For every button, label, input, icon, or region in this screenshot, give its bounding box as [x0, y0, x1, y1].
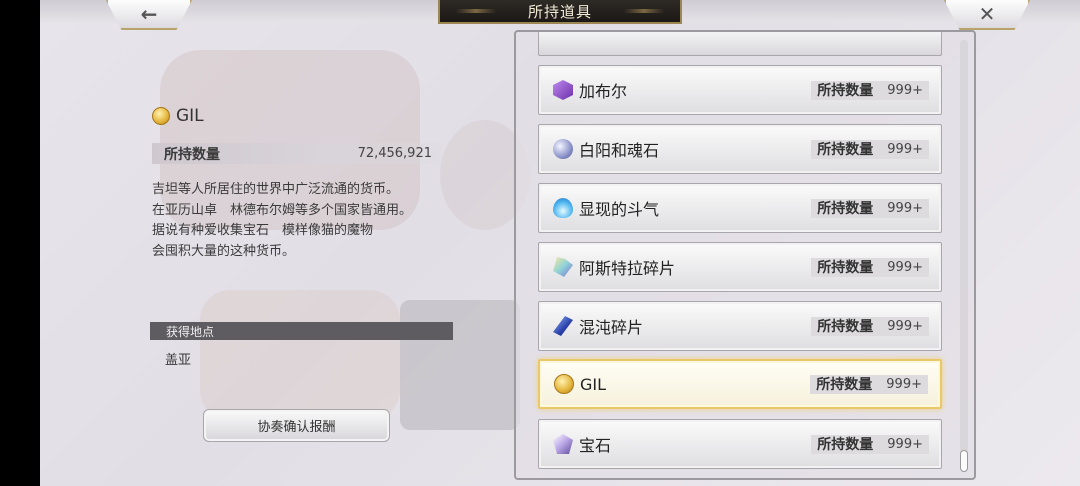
quantity-label: 所持数量 — [164, 146, 220, 163]
soul-stone-icon — [553, 139, 573, 159]
count-badge: 所持数量 999+ — [811, 198, 929, 218]
astra-shard-icon — [553, 257, 573, 277]
item-name: 加布尔 — [579, 82, 628, 101]
item-name: 阿斯特拉碎片 — [579, 259, 676, 278]
item-name: 宝石 — [579, 436, 612, 455]
count-value: 999+ — [886, 376, 922, 392]
close-button[interactable]: ✕ — [944, 0, 1030, 30]
list-item[interactable]: 宝石 所持数量 999+ — [538, 419, 942, 469]
count-label: 所持数量 — [816, 377, 873, 393]
item-list[interactable]: 加布尔 所持数量 999+ 白阳和魂石 所持数量 999+ 显现的斗气 所持数量… — [514, 30, 976, 480]
ornament — [456, 9, 496, 13]
count-value: 999+ — [887, 141, 923, 157]
source-header: 获得地点 — [150, 322, 453, 340]
list-item-partial[interactable] — [538, 32, 942, 56]
item-name: 显现的斗气 — [579, 200, 660, 219]
background-illustration — [200, 290, 400, 420]
page-title: 所持道具 — [527, 2, 592, 21]
item-name: 混沌碎片 — [579, 318, 644, 337]
count-label: 所持数量 — [817, 142, 874, 158]
quantity-value: 72,456,921 — [357, 146, 432, 161]
count-badge: 所持数量 999+ — [811, 434, 929, 454]
count-badge: 所持数量 999+ — [811, 139, 929, 159]
scrollbar-thumb[interactable] — [960, 450, 968, 472]
quantity-bar: 所持数量 72,456,921 — [152, 143, 442, 164]
count-label: 所持数量 — [817, 201, 874, 217]
chaos-shard-icon — [553, 316, 573, 336]
description-line: 吉坦等人所居住的世界中广泛流通的货币。 — [152, 182, 400, 197]
description-line: 在亚历山卓 林德布尔姆等多个国家皆通用。 — [152, 202, 413, 218]
source-value: 盖亚 — [165, 353, 192, 368]
count-value: 999+ — [887, 259, 923, 275]
back-button[interactable]: ← — [106, 0, 192, 30]
scrollbar[interactable] — [960, 40, 968, 472]
item-name: 白阳和魂石 — [579, 141, 660, 160]
gem-icon — [553, 434, 573, 454]
description-line: 会囤积大量的这种货币。 — [152, 243, 296, 259]
list-item[interactable]: 阿斯特拉碎片 所持数量 999+ — [538, 242, 942, 292]
blue-flame-icon — [553, 198, 573, 218]
list-item[interactable]: 加布尔 所持数量 999+ — [538, 65, 942, 115]
reward-button-label: 协奏确认报酬 — [257, 420, 336, 435]
count-badge: 所持数量 999+ — [811, 80, 929, 100]
item-name: GIL — [580, 374, 607, 394]
list-item[interactable]: 白阳和魂石 所持数量 999+ — [538, 124, 942, 174]
purple-cube-icon — [553, 80, 573, 100]
count-value: 999+ — [887, 436, 923, 452]
list-item[interactable]: 显现的斗气 所持数量 999+ — [538, 183, 942, 233]
source-label: 获得地点 — [166, 324, 215, 339]
description-line: 据说有种爱收集宝石 模样像猫的魔物 — [152, 223, 374, 238]
count-value: 999+ — [887, 200, 923, 216]
count-label: 所持数量 — [817, 260, 874, 276]
count-badge: 所持数量 999+ — [810, 374, 928, 394]
list-item[interactable]: 混沌碎片 所持数量 999+ — [538, 301, 942, 351]
item-description: 吉坦等人所居住的世界中广泛流通的货币。 在亚历山卓 林德布尔姆等多个国家皆通用。… — [152, 180, 452, 262]
count-label: 所持数量 — [817, 437, 874, 453]
count-value: 999+ — [887, 318, 923, 334]
title-plate: 所持道具 — [438, 0, 682, 24]
ornament — [624, 9, 664, 13]
back-arrow-icon: ← — [140, 2, 158, 26]
list-item-selected[interactable]: GIL 所持数量 999+ — [538, 359, 942, 409]
count-value: 999+ — [887, 82, 923, 98]
background-illustration — [400, 300, 520, 430]
gil-coin-icon — [152, 107, 170, 125]
count-label: 所持数量 — [817, 83, 874, 99]
count-badge: 所持数量 999+ — [811, 316, 929, 336]
item-name-row: GIL — [152, 106, 204, 126]
item-name: GIL — [176, 106, 204, 126]
gil-coin-icon — [554, 374, 574, 394]
count-label: 所持数量 — [817, 319, 874, 335]
close-icon: ✕ — [978, 2, 996, 26]
concerto-reward-button[interactable]: 协奏确认报酬 — [203, 409, 390, 442]
count-badge: 所持数量 999+ — [811, 257, 929, 277]
game-screen: ← 所持道具 ✕ GIL 所持数量 72,456,921 吉坦等人所居住的世界中… — [40, 0, 1080, 486]
